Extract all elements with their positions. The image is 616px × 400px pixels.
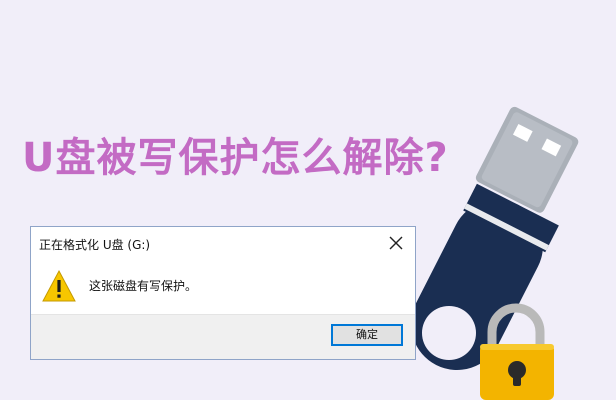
ok-button[interactable]: 确定	[331, 324, 403, 346]
dialog-footer: 确定	[31, 314, 415, 359]
close-icon	[389, 236, 403, 250]
close-button[interactable]	[383, 230, 409, 256]
dialog-title: 正在格式化 U盘 (G:)	[39, 238, 151, 252]
warning-icon	[42, 269, 76, 302]
dialog-message: 这张磁盘有写保护。	[89, 279, 198, 293]
format-dialog: 正在格式化 U盘 (G:) 这张磁盘有写保护。 确定	[30, 226, 416, 360]
